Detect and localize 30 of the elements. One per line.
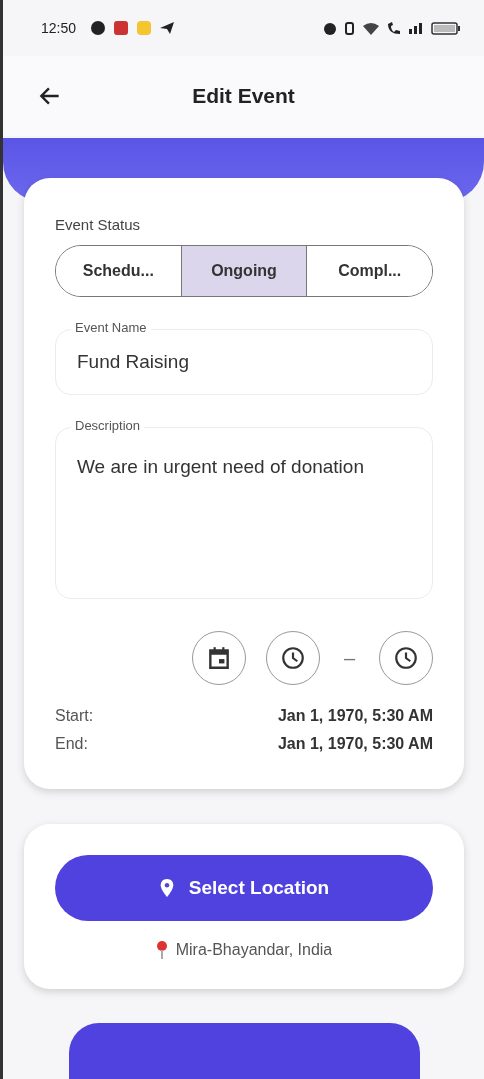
schedule-label: Start: [55, 707, 94, 725]
clock-icon [279, 645, 306, 671]
app-notification-icon [114, 21, 129, 35]
wifi-icon [363, 21, 379, 35]
app-notification-icon [91, 21, 106, 35]
field-label: Description [71, 418, 145, 433]
section-label: Event Status [55, 216, 142, 233]
schedule-label: End: [55, 735, 88, 753]
location-text: Mira-Bhayandar, India [175, 941, 333, 959]
location-pin-icon [158, 879, 175, 897]
end-time-button[interactable] [379, 631, 433, 685]
field-label: Event Name [71, 320, 151, 335]
time-separator: – [343, 646, 355, 670]
send-icon [160, 22, 175, 34]
select-location-button[interactable]: Select Location [55, 855, 433, 921]
phone-icon [388, 22, 400, 34]
status-tab[interactable]: Ongoing [181, 246, 308, 296]
schedule-value: Jan 1, 1970, 5:30 AM [277, 707, 433, 725]
map-pin-icon [155, 941, 168, 959]
battery-icon [431, 21, 460, 35]
page-title: Edit Event [192, 84, 295, 108]
signal-icon [409, 22, 422, 34]
clock-icon [393, 645, 419, 671]
vibrate-icon [345, 21, 354, 35]
start-time-button[interactable] [265, 631, 320, 685]
date-picker-button[interactable] [191, 631, 246, 685]
app-notification-icon [137, 21, 152, 35]
status-time: 12:50 [41, 20, 77, 36]
status-tab[interactable]: Schedu... [56, 246, 182, 296]
schedule-value: Jan 1, 1970, 5:30 AM [277, 735, 433, 753]
